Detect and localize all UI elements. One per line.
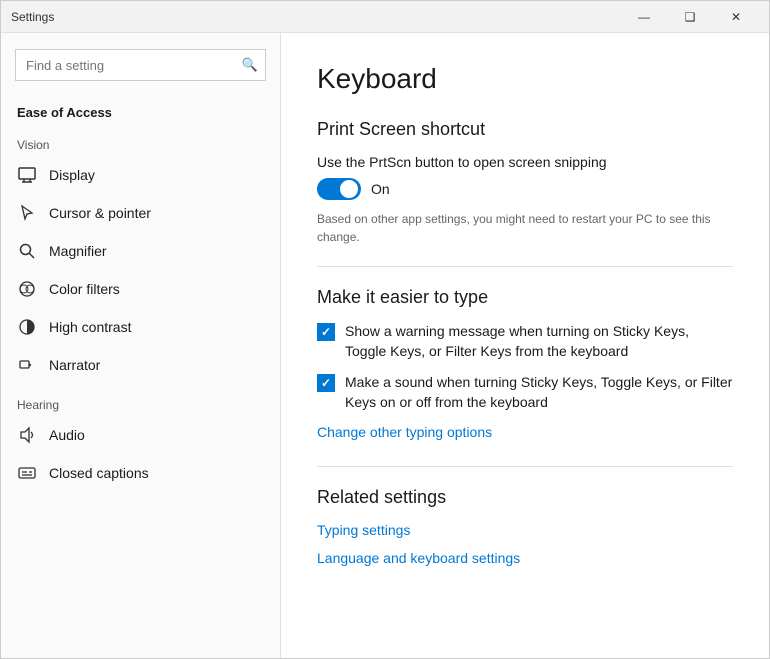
display-icon: [17, 165, 37, 185]
checkbox-sound-label: Make a sound when turning Sticky Keys, T…: [345, 373, 733, 412]
print-screen-setting-label: Use the PrtScn button to open screen sni…: [317, 154, 733, 170]
magnifier-label: Magnifier: [49, 243, 107, 259]
window-title: Settings: [11, 10, 54, 24]
close-button[interactable]: ✕: [713, 1, 759, 33]
sidebar: 🔍 Ease of Access Vision Display Cursor &…: [1, 33, 281, 658]
audio-icon: [17, 425, 37, 445]
main-content: 🔍 Ease of Access Vision Display Cursor &…: [1, 33, 769, 658]
vision-section-label: Vision: [1, 124, 280, 156]
sidebar-item-display[interactable]: Display: [1, 156, 280, 194]
magnifier-icon: [17, 241, 37, 261]
narrator-label: Narrator: [49, 357, 100, 373]
cursor-icon: [17, 203, 37, 223]
print-screen-hint: Based on other app settings, you might n…: [317, 210, 733, 246]
print-screen-toggle[interactable]: [317, 178, 361, 200]
checkbox-row-1: Show a warning message when turning on S…: [317, 322, 733, 361]
high-contrast-label: High contrast: [49, 319, 131, 335]
checkbox-row-2: Make a sound when turning Sticky Keys, T…: [317, 373, 733, 412]
narrator-icon: [17, 355, 37, 375]
search-container: 🔍: [15, 49, 266, 81]
easier-typing-section-title: Make it easier to type: [317, 287, 733, 308]
page-title: Keyboard: [317, 63, 733, 95]
display-label: Display: [49, 167, 95, 183]
window-controls: — ❑ ✕: [621, 1, 759, 33]
color-filters-label: Color filters: [49, 281, 120, 297]
hearing-section-label: Hearing: [1, 384, 280, 416]
sidebar-item-narrator[interactable]: Narrator: [1, 346, 280, 384]
sidebar-item-closed-captions[interactable]: Closed captions: [1, 454, 280, 492]
search-input[interactable]: [15, 49, 266, 81]
cursor-label: Cursor & pointer: [49, 205, 151, 221]
toggle-row: On: [317, 178, 733, 200]
search-icon: 🔍: [242, 57, 258, 73]
divider-1: [317, 266, 733, 267]
toggle-label: On: [371, 181, 390, 197]
settings-window: Settings — ❑ ✕ 🔍 Ease of Access Vision D…: [0, 0, 770, 659]
closed-captions-icon: [17, 463, 37, 483]
checkbox-warning-label: Show a warning message when turning on S…: [345, 322, 733, 361]
minimize-button[interactable]: —: [621, 1, 667, 33]
maximize-button[interactable]: ❑: [667, 1, 713, 33]
high-contrast-icon: [17, 317, 37, 337]
sidebar-heading: Ease of Access: [1, 95, 280, 124]
main-panel: Keyboard Print Screen shortcut Use the P…: [281, 33, 769, 658]
color-filters-icon: [17, 279, 37, 299]
print-screen-section-title: Print Screen shortcut: [317, 119, 733, 140]
audio-label: Audio: [49, 427, 85, 443]
typing-settings-link[interactable]: Typing settings: [317, 522, 733, 538]
divider-2: [317, 466, 733, 467]
sidebar-item-cursor[interactable]: Cursor & pointer: [1, 194, 280, 232]
sidebar-item-magnifier[interactable]: Magnifier: [1, 232, 280, 270]
related-settings-title: Related settings: [317, 487, 733, 508]
checkbox-warning[interactable]: [317, 323, 335, 341]
language-keyboard-link[interactable]: Language and keyboard settings: [317, 550, 733, 566]
titlebar: Settings — ❑ ✕: [1, 1, 769, 33]
closed-captions-label: Closed captions: [49, 465, 149, 481]
change-typing-options-link[interactable]: Change other typing options: [317, 424, 492, 440]
checkbox-sound[interactable]: [317, 374, 335, 392]
sidebar-item-color-filters[interactable]: Color filters: [1, 270, 280, 308]
sidebar-item-audio[interactable]: Audio: [1, 416, 280, 454]
sidebar-item-high-contrast[interactable]: High contrast: [1, 308, 280, 346]
